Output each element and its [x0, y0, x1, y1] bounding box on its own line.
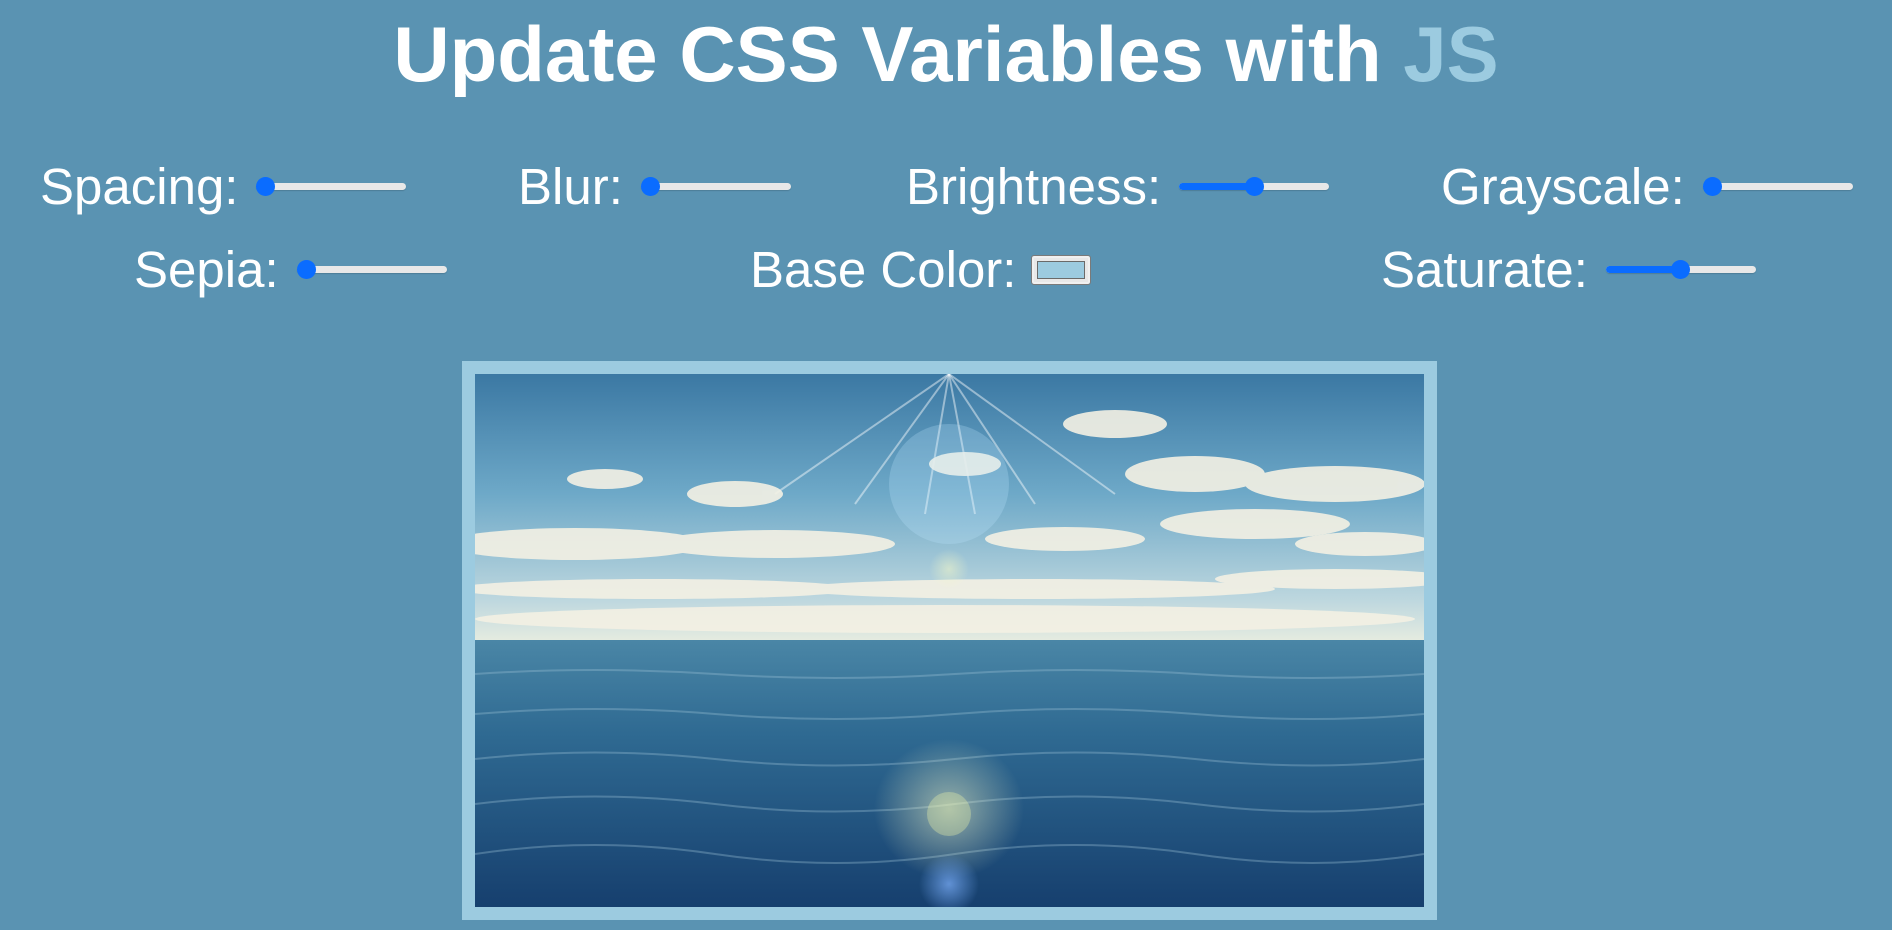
slider-track	[256, 183, 407, 190]
base-color-label: Base Color:	[750, 241, 1017, 298]
brightness-label: Brightness:	[906, 158, 1162, 215]
slider-track	[1702, 183, 1853, 190]
slider-thumb[interactable]	[640, 177, 660, 196]
image-frame	[462, 361, 1437, 920]
slider-thumb[interactable]	[1244, 177, 1264, 196]
blur-control: Blur:	[518, 157, 791, 217]
ocean-photo	[475, 374, 1424, 907]
slider-fill	[1179, 183, 1255, 190]
slider-fill	[1605, 266, 1681, 273]
saturate-slider[interactable]	[1605, 260, 1756, 280]
grayscale-slider[interactable]	[1702, 177, 1853, 197]
slider-thumb[interactable]	[1702, 177, 1722, 196]
sepia-label: Sepia:	[134, 241, 279, 298]
saturate-control: Saturate:	[1381, 240, 1756, 300]
slider-track	[296, 266, 447, 273]
grayscale-label: Grayscale:	[1441, 158, 1685, 215]
slider-thumb[interactable]	[256, 177, 276, 196]
spacing-slider[interactable]	[256, 177, 407, 197]
slider-thumb[interactable]	[296, 260, 316, 279]
slider-thumb[interactable]	[1671, 260, 1691, 279]
spacing-label: Spacing:	[40, 158, 239, 215]
saturate-label: Saturate:	[1381, 241, 1588, 298]
sepia-control: Sepia:	[134, 240, 447, 300]
brightness-control: Brightness:	[906, 157, 1330, 217]
blur-slider[interactable]	[640, 177, 791, 197]
ocean-image	[475, 374, 1424, 907]
blur-label: Blur:	[518, 158, 623, 215]
base-color-picker[interactable]	[1031, 255, 1092, 285]
brightness-slider[interactable]	[1179, 177, 1330, 197]
slider-track	[640, 183, 791, 190]
page-title: Update CSS Variables with JS	[0, 6, 1892, 102]
base-color-control: Base Color:	[750, 240, 1092, 300]
title-highlight: JS	[1403, 10, 1499, 98]
title-text: Update CSS Variables with	[393, 10, 1404, 98]
grayscale-control: Grayscale:	[1441, 157, 1853, 217]
sepia-slider[interactable]	[296, 260, 447, 280]
color-swatch-fill	[1037, 261, 1086, 279]
spacing-control: Spacing:	[40, 157, 407, 217]
